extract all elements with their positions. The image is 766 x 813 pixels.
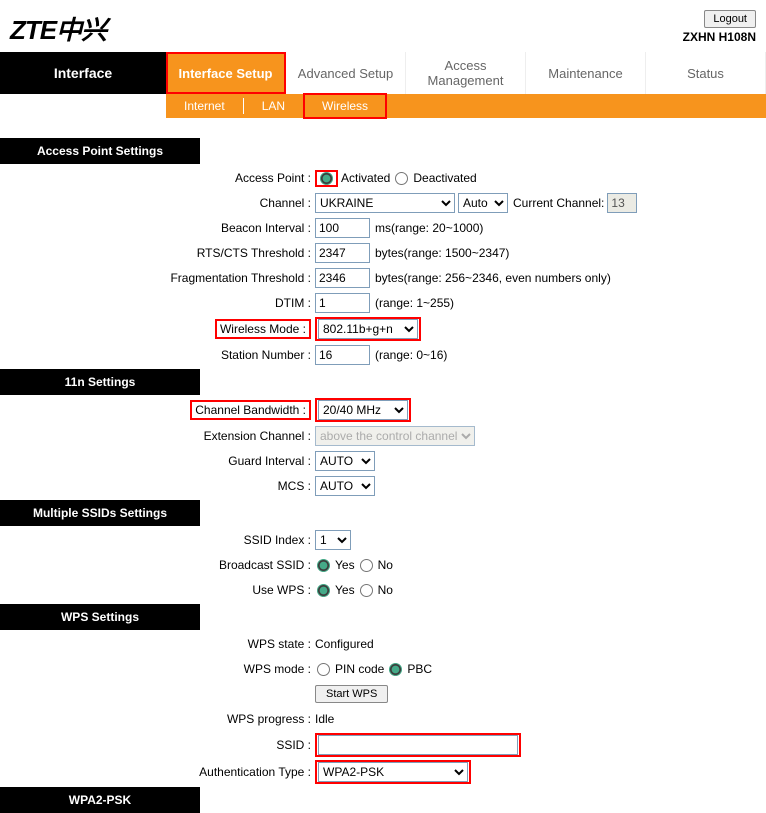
select-mcs[interactable]: AUTO: [315, 476, 375, 496]
input-dtim[interactable]: [315, 293, 370, 313]
section-access-point: Access Point Settings: [0, 138, 766, 164]
logout-button[interactable]: Logout: [704, 10, 756, 28]
logo: ZTE中兴: [10, 10, 106, 47]
label-dtim: DTIM :: [0, 296, 315, 310]
text-deactivated: Deactivated: [413, 171, 476, 185]
radio-wps-yes[interactable]: [317, 584, 330, 597]
label-mcs: MCS :: [0, 479, 315, 493]
header: ZTE中兴 Logout ZXHN H108N: [0, 0, 766, 52]
select-auth-type[interactable]: WPA2-PSK: [318, 762, 468, 782]
radio-activated[interactable]: [320, 172, 333, 185]
hint-frag: bytes(range: 256~2346, even numbers only…: [375, 271, 611, 285]
nav-heading: Interface: [0, 52, 166, 94]
radio-wps-no[interactable]: [360, 584, 373, 597]
label-broadcast-ssid: Broadcast SSID :: [0, 558, 315, 572]
highlight-cbw-select: 20/40 MHz: [315, 398, 411, 422]
label-access-point: Access Point :: [0, 171, 315, 185]
text-pbc: PBC: [407, 662, 432, 676]
subnav-wireless[interactable]: Wireless: [304, 94, 386, 118]
text-yes-2: Yes: [335, 583, 355, 597]
select-guard-interval[interactable]: AUTO: [315, 451, 375, 471]
radio-pin-code[interactable]: [317, 663, 330, 676]
label-wps-state: WPS state :: [0, 637, 315, 651]
label-wps-mode: WPS mode :: [0, 662, 315, 676]
model-label: ZXHN H108N: [683, 30, 756, 44]
text-activated: Activated: [341, 171, 390, 185]
highlight-wmode-label: Wireless Mode :: [215, 319, 311, 339]
label-frag: Fragmentation Threshold :: [0, 271, 315, 285]
label-ssid-index: SSID Index :: [0, 533, 315, 547]
label-ssid: SSID :: [0, 738, 315, 752]
label-rts: RTS/CTS Threshold :: [0, 246, 315, 260]
nav-interface-setup[interactable]: Interface Setup: [166, 52, 286, 94]
select-wireless-mode[interactable]: 802.11b+g+n: [318, 319, 418, 339]
highlight-cbw-label: Channel Bandwidth :: [190, 400, 311, 420]
label-guard: Guard Interval :: [0, 454, 315, 468]
radio-deactivated[interactable]: [395, 172, 408, 185]
nav-status[interactable]: Status: [646, 52, 766, 94]
highlight-auth-select: WPA2-PSK: [315, 760, 471, 784]
sub-nav: Internet LAN Wireless: [166, 94, 766, 118]
radio-pbc[interactable]: [389, 663, 402, 676]
label-beacon: Beacon Interval :: [0, 221, 315, 235]
main-nav: Interface Interface Setup Advanced Setup…: [0, 52, 766, 94]
highlight-wmode-select: 802.11b+g+n: [315, 317, 421, 341]
hint-dtim: (range: 1~255): [375, 296, 454, 310]
label-station: Station Number :: [0, 348, 315, 362]
hint-rts: bytes(range: 1500~2347): [375, 246, 509, 260]
select-channel-bandwidth[interactable]: 20/40 MHz: [318, 400, 408, 420]
section-title-wpa2: WPA2-PSK: [0, 787, 200, 813]
section-wpa2psk: WPA2-PSK: [0, 787, 766, 813]
section-title-mssid: Multiple SSIDs Settings: [0, 500, 200, 526]
label-use-wps: Use WPS :: [0, 583, 315, 597]
text-pin: PIN code: [335, 662, 384, 676]
select-country[interactable]: UKRAINE: [315, 193, 455, 213]
input-frag[interactable]: [315, 268, 370, 288]
nav-maintenance[interactable]: Maintenance: [526, 52, 646, 94]
highlight-ssid-input: [315, 733, 521, 757]
subnav-lan[interactable]: LAN: [244, 94, 303, 118]
nav-access-management[interactable]: Access Management: [406, 52, 526, 94]
subnav-internet[interactable]: Internet: [166, 94, 243, 118]
select-ssid-index[interactable]: 1: [315, 530, 351, 550]
start-wps-button[interactable]: Start WPS: [315, 685, 388, 703]
input-rts[interactable]: [315, 243, 370, 263]
select-channel[interactable]: Auto: [458, 193, 508, 213]
input-current-channel: [607, 193, 637, 213]
nav-advanced-setup[interactable]: Advanced Setup: [286, 52, 406, 94]
value-wps-state: Configured: [315, 637, 374, 651]
input-beacon[interactable]: [315, 218, 370, 238]
header-right: Logout ZXHN H108N: [683, 10, 756, 44]
section-multiple-ssids: Multiple SSIDs Settings: [0, 500, 766, 526]
input-ssid[interactable]: [318, 735, 518, 755]
section-title-11n: 11n Settings: [0, 369, 200, 395]
radio-broadcast-no[interactable]: [360, 559, 373, 572]
hint-station: (range: 0~16): [375, 348, 447, 362]
label-channel: Channel :: [0, 196, 315, 210]
text-no-2: No: [378, 583, 393, 597]
select-extension-channel: above the control channel: [315, 426, 475, 446]
label-ext: Extension Channel :: [0, 429, 315, 443]
section-title-ap: Access Point Settings: [0, 138, 200, 164]
section-title-wps: WPS Settings: [0, 604, 200, 630]
text-yes-1: Yes: [335, 558, 355, 572]
label-current-channel: Current Channel:: [513, 196, 604, 210]
section-wps: WPS Settings: [0, 604, 766, 630]
input-station[interactable]: [315, 345, 370, 365]
label-cbw: Channel Bandwidth :: [195, 403, 306, 417]
value-wps-progress: Idle: [315, 712, 334, 726]
section-11n: 11n Settings: [0, 369, 766, 395]
hint-beacon: ms(range: 20~1000): [375, 221, 483, 235]
highlight-activated: [315, 170, 338, 187]
label-wps-progress: WPS progress :: [0, 712, 315, 726]
text-no-1: No: [378, 558, 393, 572]
label-wmode: Wireless Mode :: [220, 322, 306, 336]
radio-broadcast-yes[interactable]: [317, 559, 330, 572]
label-auth: Authentication Type :: [0, 765, 315, 779]
